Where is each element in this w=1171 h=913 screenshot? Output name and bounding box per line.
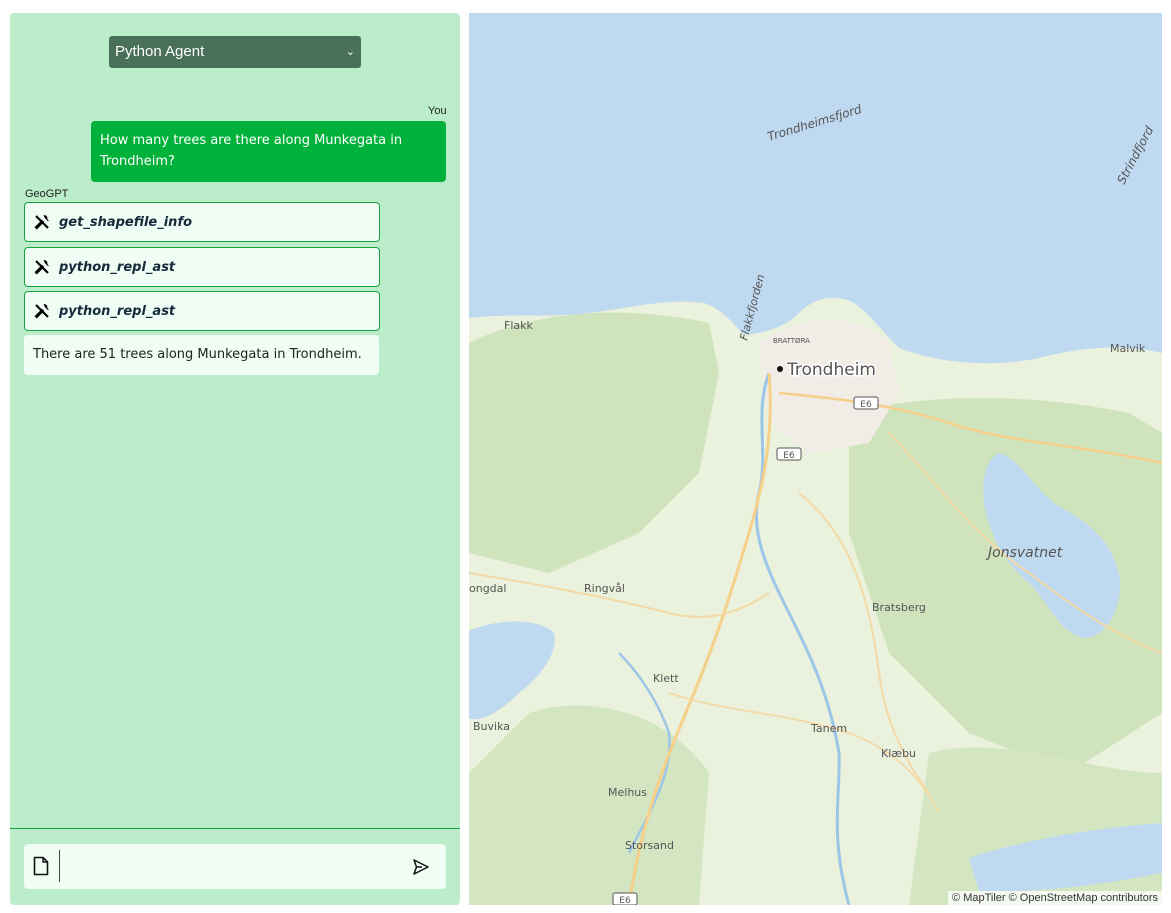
- place-label: Melhus: [608, 786, 647, 799]
- map-attribution[interactable]: © MapTiler © OpenStreetMap contributors: [948, 891, 1162, 905]
- place-label: ongdal: [469, 582, 506, 595]
- tools-icon: [34, 215, 49, 230]
- send-icon[interactable]: [412, 858, 430, 876]
- e6-shield: E6: [776, 447, 802, 461]
- road-label: E6: [860, 400, 872, 410]
- tool-name: python_repl_ast: [59, 303, 176, 319]
- agent-select-value: Python Agent: [115, 43, 205, 60]
- place-label: Klett: [653, 672, 679, 685]
- city-marker: [777, 366, 783, 372]
- map-view[interactable]: E6 E6 E6 Trondheimsfjord Strindfjord Fla…: [469, 13, 1162, 905]
- tool-call-card[interactable]: get_shapefile_info: [24, 202, 380, 242]
- place-label: Malvik: [1110, 342, 1146, 355]
- place-label: Tanem: [810, 722, 847, 735]
- tools-icon: [34, 304, 49, 319]
- tools-icon: [34, 260, 49, 275]
- map-canvas: E6 E6 E6 Trondheimsfjord Strindfjord Fla…: [469, 13, 1162, 905]
- place-label: Ringvål: [584, 582, 625, 595]
- water-label: Jonsvatnet: [985, 545, 1063, 561]
- road-label: E6: [783, 451, 795, 461]
- file-attach-icon[interactable]: [33, 856, 49, 876]
- chat-input-bar: [24, 844, 446, 889]
- place-label: Buvika: [473, 720, 510, 733]
- place-label: Bratsberg: [872, 601, 926, 614]
- road-label: E6: [619, 896, 631, 905]
- place-label: Flakk: [504, 319, 533, 332]
- input-divider: [10, 828, 460, 829]
- bot-sender-label: GeoGPT: [25, 188, 69, 200]
- bot-answer-message: There are 51 trees along Munkegata in Tr…: [24, 335, 379, 375]
- tool-name: get_shapefile_info: [59, 214, 193, 230]
- chevron-down-icon: ⌄: [345, 46, 355, 58]
- chat-input[interactable]: [64, 852, 398, 882]
- place-label: BRATTØRA: [773, 337, 810, 345]
- place-label: Klæbu: [881, 747, 916, 760]
- tool-name: python_repl_ast: [59, 259, 176, 275]
- tool-call-card[interactable]: python_repl_ast: [24, 247, 380, 287]
- chat-sidebar: Python Agent ⌄ You How many trees are th…: [10, 13, 460, 905]
- e6-shield: E6: [853, 396, 879, 410]
- e6-shield: E6: [612, 892, 638, 905]
- place-label: Storsand: [625, 839, 674, 852]
- agent-select[interactable]: Python Agent ⌄: [109, 36, 361, 68]
- place-label: Trondheim: [786, 360, 876, 380]
- user-message: How many trees are there along Munkegata…: [91, 121, 446, 182]
- user-sender-label: You: [428, 105, 447, 117]
- tool-call-card[interactable]: python_repl_ast: [24, 291, 380, 331]
- text-cursor: [59, 850, 60, 882]
